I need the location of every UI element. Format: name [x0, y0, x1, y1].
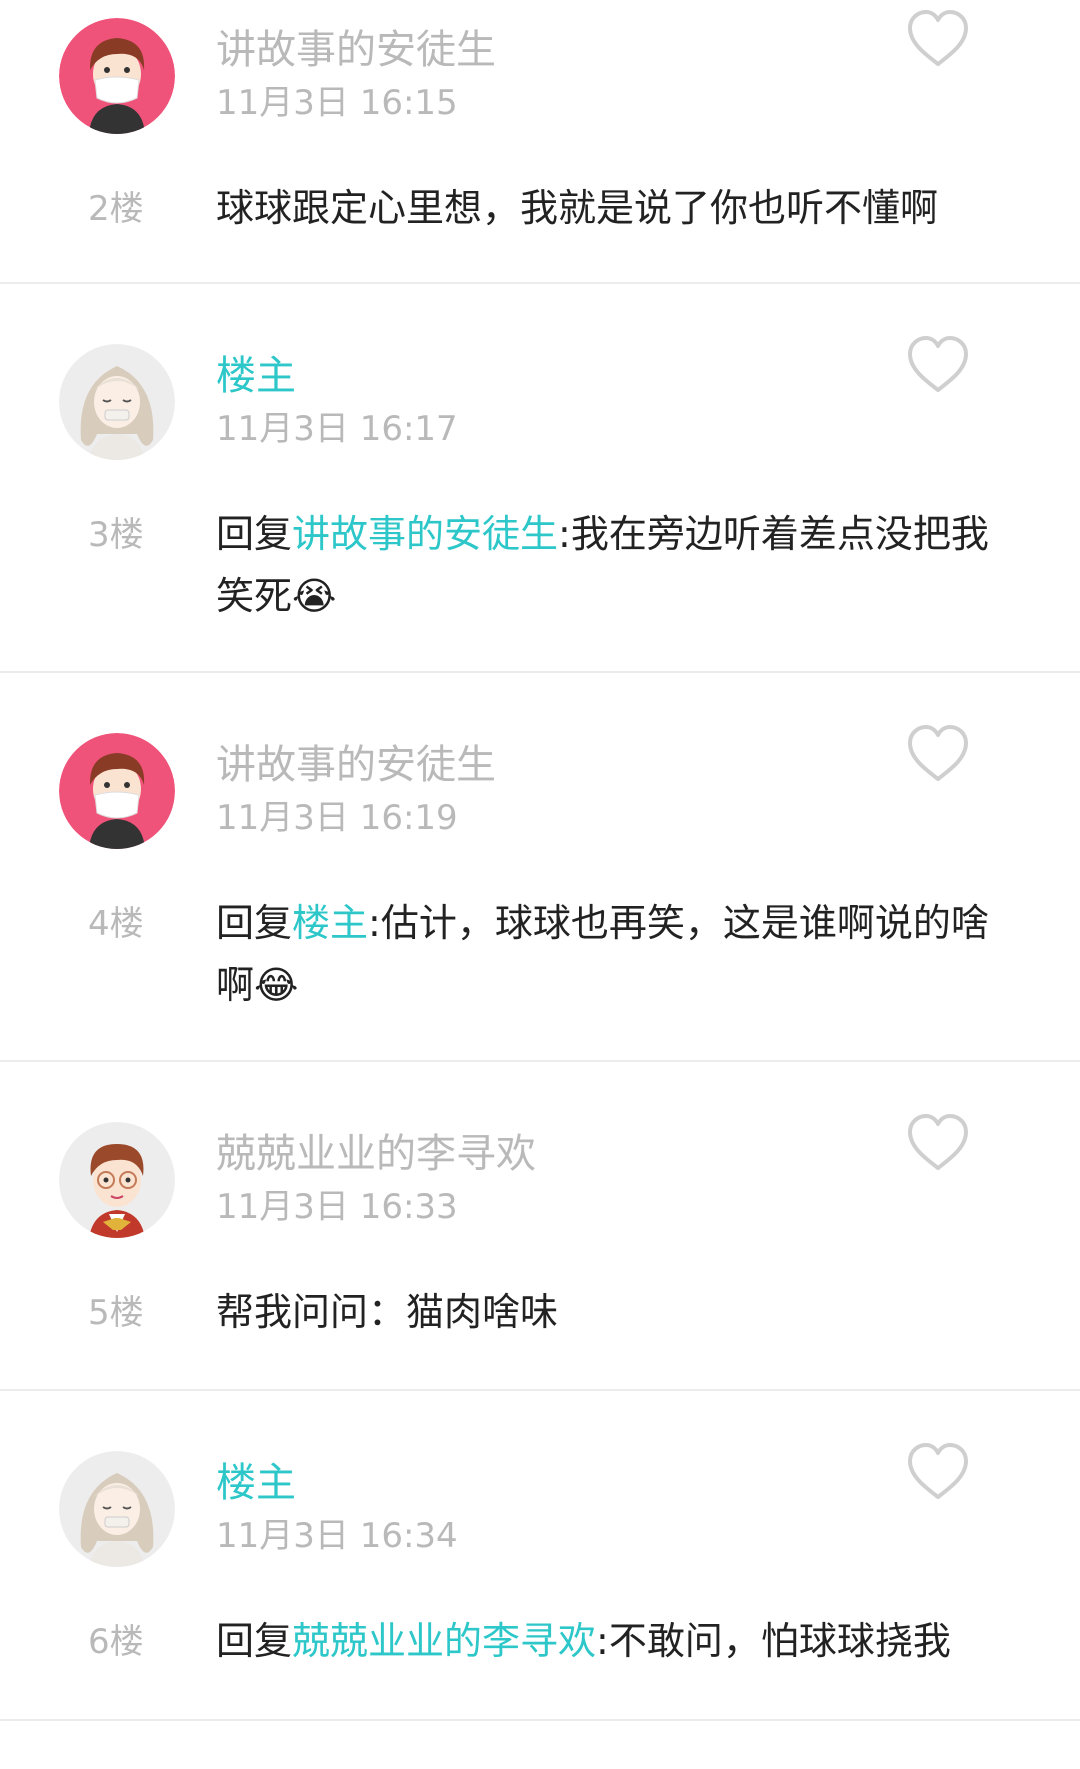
comment-item: 楼主 11月3日 16:34 6楼 回复兢兢业业的李寻欢:不敢问，怕球球挠我	[0, 1391, 1080, 1721]
comment-text: 球球跟定心里想，我就是说了你也听不懂啊	[216, 186, 939, 230]
floor-number: 5楼	[88, 1293, 144, 1333]
glasses-boy-avatar[interactable]	[59, 1122, 175, 1238]
comment-username[interactable]: 楼主	[216, 348, 296, 404]
reply-prefix: 回复	[216, 1619, 293, 1663]
comment-time: 11月3日 16:33	[216, 1187, 458, 1227]
reply-prefix: 回复	[216, 512, 293, 556]
heart-icon[interactable]	[905, 723, 971, 785]
reply-mention-link[interactable]: 兢兢业业的李寻欢	[292, 1619, 596, 1663]
white-hair-girl-avatar[interactable]	[59, 344, 175, 460]
comment-item: 楼主 11月3日 16:17 3楼 回复讲故事的安徒生:我在旁边听着差点没把我笑…	[0, 284, 1080, 673]
floor-number: 2楼	[88, 189, 144, 229]
floor-number: 3楼	[88, 515, 144, 555]
comment-content: 回复讲故事的安徒生:我在旁边听着差点没把我笑死😭	[216, 503, 1026, 627]
reply-mention-link[interactable]: 楼主	[292, 901, 368, 945]
white-hair-girl-avatar[interactable]	[59, 1451, 175, 1567]
floor-number: 4楼	[88, 904, 144, 944]
heart-icon[interactable]	[905, 334, 971, 396]
comment-username[interactable]: 楼主	[216, 1455, 296, 1511]
comment-time: 11月3日 16:15	[216, 83, 458, 123]
comment-content: 球球跟定心里想，我就是说了你也听不懂啊	[216, 177, 1026, 239]
tears-of-joy-emoji: 😂	[254, 963, 299, 1007]
comment-text: :不敢问，怕球球挠我	[596, 1619, 951, 1663]
comment-content: 回复楼主:估计，球球也再笑，这是谁啊说的啥啊😂	[216, 892, 1026, 1016]
masked-boy-avatar[interactable]	[59, 733, 175, 849]
comment-time: 11月3日 16:17	[216, 409, 458, 449]
comment-username[interactable]: 兢兢业业的李寻欢	[216, 1126, 536, 1182]
heart-icon[interactable]	[905, 1112, 971, 1174]
heart-icon[interactable]	[905, 8, 971, 70]
reply-mention-link[interactable]: 讲故事的安徒生	[292, 512, 558, 556]
comment-item: 讲故事的安徒生 11月3日 16:19 4楼 回复楼主:估计，球球也再笑，这是谁…	[0, 673, 1080, 1062]
crying-emoji: 😭	[292, 574, 337, 618]
comment-time: 11月3日 16:34	[216, 1516, 458, 1556]
heart-icon[interactable]	[905, 1441, 971, 1503]
comment-text: 帮我问问：猫肉啥味	[216, 1290, 559, 1334]
comment-item: 兢兢业业的李寻欢 11月3日 16:33 5楼 帮我问问：猫肉啥味	[0, 1062, 1080, 1391]
comment-time: 11月3日 16:19	[216, 798, 458, 838]
comment-content: 回复兢兢业业的李寻欢:不敢问，怕球球挠我	[216, 1610, 1026, 1672]
comment-item: 讲故事的安徒生 11月3日 16:15 2楼 球球跟定心里想，我就是说了你也听不…	[0, 0, 1080, 284]
floor-number: 6楼	[88, 1622, 144, 1662]
masked-boy-avatar[interactable]	[59, 18, 175, 134]
reply-prefix: 回复	[216, 901, 293, 945]
comment-username[interactable]: 讲故事的安徒生	[216, 737, 496, 793]
comment-content: 帮我问问：猫肉啥味	[216, 1281, 1026, 1343]
comment-username[interactable]: 讲故事的安徒生	[216, 22, 496, 78]
